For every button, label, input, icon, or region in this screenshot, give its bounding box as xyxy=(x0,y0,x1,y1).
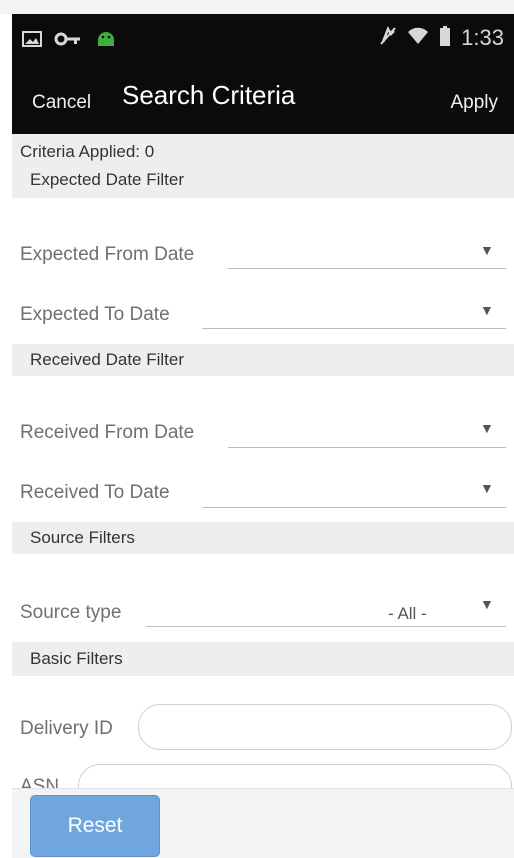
field-label: Expected From Date xyxy=(20,244,195,265)
section-title-basic: Basic Filters xyxy=(30,649,123,668)
status-time: 1:33 xyxy=(461,25,504,50)
dropdown-arrow-icon[interactable]: ▼ xyxy=(480,480,494,496)
dropdown-arrow-icon[interactable]: ▼ xyxy=(480,242,494,258)
criteria-applied-count: Criteria Applied: 0 xyxy=(20,142,155,161)
status-left-icons xyxy=(22,28,118,54)
section-title-expected: Expected Date Filter xyxy=(30,170,185,189)
criteria-band: Criteria Applied: 0 Expected Date Filter xyxy=(12,134,514,198)
section-header-basic: Basic Filters xyxy=(12,642,514,676)
android-icon xyxy=(94,28,118,54)
section-header-received: Received Date Filter xyxy=(12,344,514,376)
field-label: ASN xyxy=(20,776,60,788)
status-bar: 1:33 xyxy=(12,14,514,66)
field-label: Source type xyxy=(20,602,122,623)
field-label: Expected To Date xyxy=(20,304,170,325)
status-right-icons: 1:33 xyxy=(379,25,504,51)
section-title-received: Received Date Filter xyxy=(30,350,185,369)
reset-button[interactable]: Reset xyxy=(30,795,160,857)
field-underline xyxy=(202,328,506,329)
dropdown-arrow-icon[interactable]: ▼ xyxy=(480,596,494,612)
frame-top xyxy=(0,0,514,14)
app-header: Cancel Search Criteria Apply xyxy=(12,66,514,134)
page-title: Search Criteria xyxy=(122,80,296,110)
wifi-icon xyxy=(407,27,429,49)
dropdown-arrow-icon[interactable]: ▼ xyxy=(480,302,494,318)
search-criteria-form[interactable]: Criteria Applied: 0 Expected Date Filter… xyxy=(12,134,514,788)
dropdown-arrow-icon[interactable]: ▼ xyxy=(480,420,494,436)
cancel-button[interactable]: Cancel xyxy=(32,92,91,114)
mute-icon xyxy=(379,26,397,50)
field-underline xyxy=(202,507,506,508)
asn-input[interactable] xyxy=(78,764,512,788)
footer-bar: Reset xyxy=(12,788,514,858)
image-icon xyxy=(22,31,42,51)
field-label: Delivery ID xyxy=(20,718,113,739)
battery-icon xyxy=(439,26,451,50)
key-icon xyxy=(54,31,82,51)
section-title-source: Source Filters xyxy=(30,528,135,547)
section-header-source: Source Filters xyxy=(12,522,514,554)
app-screen: 1:33 Cancel Search Criteria Apply Criter… xyxy=(0,0,514,858)
field-label: Received From Date xyxy=(20,422,195,443)
field-underline xyxy=(146,626,506,627)
field-underline xyxy=(228,447,506,448)
apply-button[interactable]: Apply xyxy=(450,92,498,114)
source-type-value: - All - xyxy=(388,604,427,623)
field-underline xyxy=(228,268,506,269)
field-label: Received To Date xyxy=(20,482,170,503)
delivery-id-input[interactable] xyxy=(138,704,512,750)
